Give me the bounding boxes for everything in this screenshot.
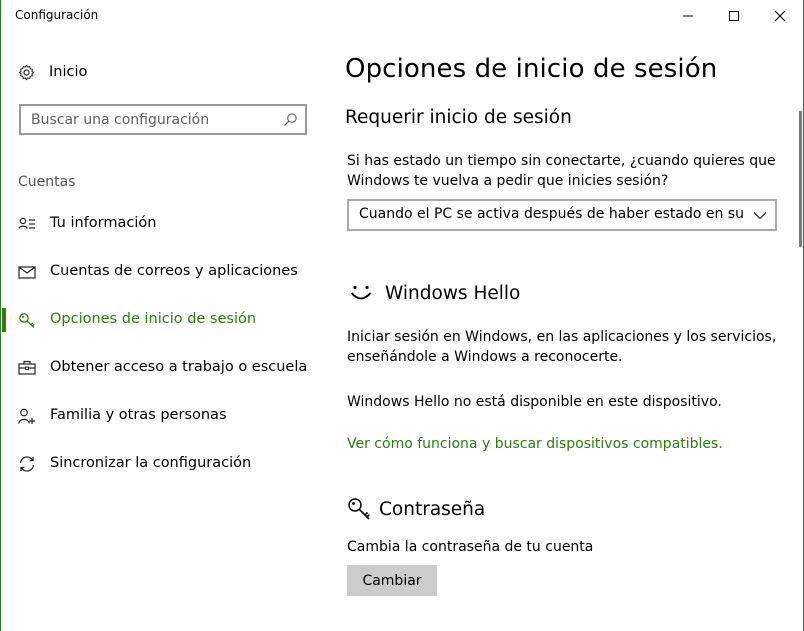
search-icon bbox=[283, 113, 297, 127]
sidebar-item-label: Obtener acceso a trabajo o escuela bbox=[50, 359, 308, 375]
change-password-button[interactable]: Cambiar bbox=[347, 565, 437, 596]
windows-hello-learn-link[interactable]: Ver cómo funciona y buscar dispositivos … bbox=[347, 436, 723, 452]
dropdown-selected-value: Cuando el PC se activa después de haber … bbox=[359, 206, 744, 222]
search-input[interactable] bbox=[31, 110, 271, 130]
windows-hello-heading-row: Windows Hello bbox=[347, 278, 520, 308]
sidebar-item-sync[interactable]: Sincronizar la configuración bbox=[1, 444, 321, 484]
sidebar-item-label: Familia y otras personas bbox=[50, 407, 227, 423]
password-heading: Contraseña bbox=[379, 498, 486, 520]
sidebar-item-label: Opciones de inicio de sesión bbox=[50, 311, 257, 327]
window-title: Configuración bbox=[15, 8, 99, 22]
settings-window: Configuración Inicio Cuentas bbox=[0, 0, 804, 631]
maximize-icon bbox=[729, 10, 739, 21]
windows-hello-unavailable: Windows Hello no está disponible en este… bbox=[347, 394, 722, 410]
smiley-icon bbox=[350, 285, 372, 300]
title-bar: Configuración bbox=[1, 0, 803, 31]
sidebar-item-work-school[interactable]: Obtener acceso a trabajo o escuela bbox=[1, 348, 321, 388]
sidebar-item-your-info[interactable]: Tu información bbox=[1, 204, 321, 244]
windows-hello-description-line1: Iniciar sesión en Windows, en las aplica… bbox=[347, 329, 777, 345]
password-description: Cambia la contraseña de tu cuenta bbox=[347, 539, 594, 555]
require-signin-description-line1: Si has estado un tiempo sin conectarte, … bbox=[347, 153, 776, 169]
mail-icon bbox=[18, 266, 36, 279]
search-box[interactable] bbox=[19, 104, 307, 135]
require-signin-dropdown[interactable]: Cuando el PC se activa después de haber … bbox=[347, 199, 777, 231]
page-title: Opciones de inicio de sesión bbox=[345, 54, 718, 84]
windows-hello-description: Iniciar sesión en Windows, en las aplica… bbox=[347, 327, 777, 367]
minimize-button[interactable] bbox=[665, 0, 711, 31]
sidebar-item-family[interactable]: Familia y otras personas bbox=[1, 396, 321, 436]
sidebar-item-email-accounts[interactable]: Cuentas de correos y aplicaciones bbox=[1, 252, 321, 292]
close-icon bbox=[774, 10, 786, 21]
windows-hello-heading: Windows Hello bbox=[385, 282, 521, 304]
require-signin-heading: Requerir inicio de sesión bbox=[345, 107, 572, 128]
minimize-icon bbox=[683, 15, 693, 16]
windows-hello-description-line2: enseñándole a Windows a reconocerte. bbox=[347, 349, 623, 365]
sidebar-item-signin-options[interactable]: Opciones de inicio de sesión bbox=[1, 300, 321, 340]
person-card-icon bbox=[18, 217, 35, 229]
active-indicator bbox=[2, 308, 6, 332]
key-icon bbox=[19, 313, 35, 328]
maximize-button[interactable] bbox=[711, 0, 757, 31]
person-add-icon bbox=[18, 408, 35, 424]
scrollbar-thumb[interactable] bbox=[799, 111, 802, 247]
require-signin-description-line2: Windows te vuelva a pedir que inicies se… bbox=[347, 173, 669, 189]
sidebar-item-label: Cuentas de correos y aplicaciones bbox=[50, 263, 298, 279]
password-heading-row: Contraseña bbox=[347, 494, 485, 524]
sidebar-home[interactable]: Inicio bbox=[18, 60, 308, 84]
close-button[interactable] bbox=[757, 0, 803, 31]
gear-icon bbox=[18, 64, 35, 80]
chevron-down-icon bbox=[753, 212, 767, 220]
briefcase-icon bbox=[18, 360, 36, 375]
sidebar-item-label: Sincronizar la configuración bbox=[50, 455, 252, 471]
section-label-accounts: Cuentas bbox=[18, 174, 76, 190]
sync-icon bbox=[19, 456, 35, 472]
key-icon bbox=[348, 498, 370, 520]
require-signin-description: Si has estado un tiempo sin conectarte, … bbox=[347, 151, 777, 191]
sidebar-home-label: Inicio bbox=[49, 64, 88, 80]
sidebar-item-label: Tu información bbox=[50, 215, 157, 231]
